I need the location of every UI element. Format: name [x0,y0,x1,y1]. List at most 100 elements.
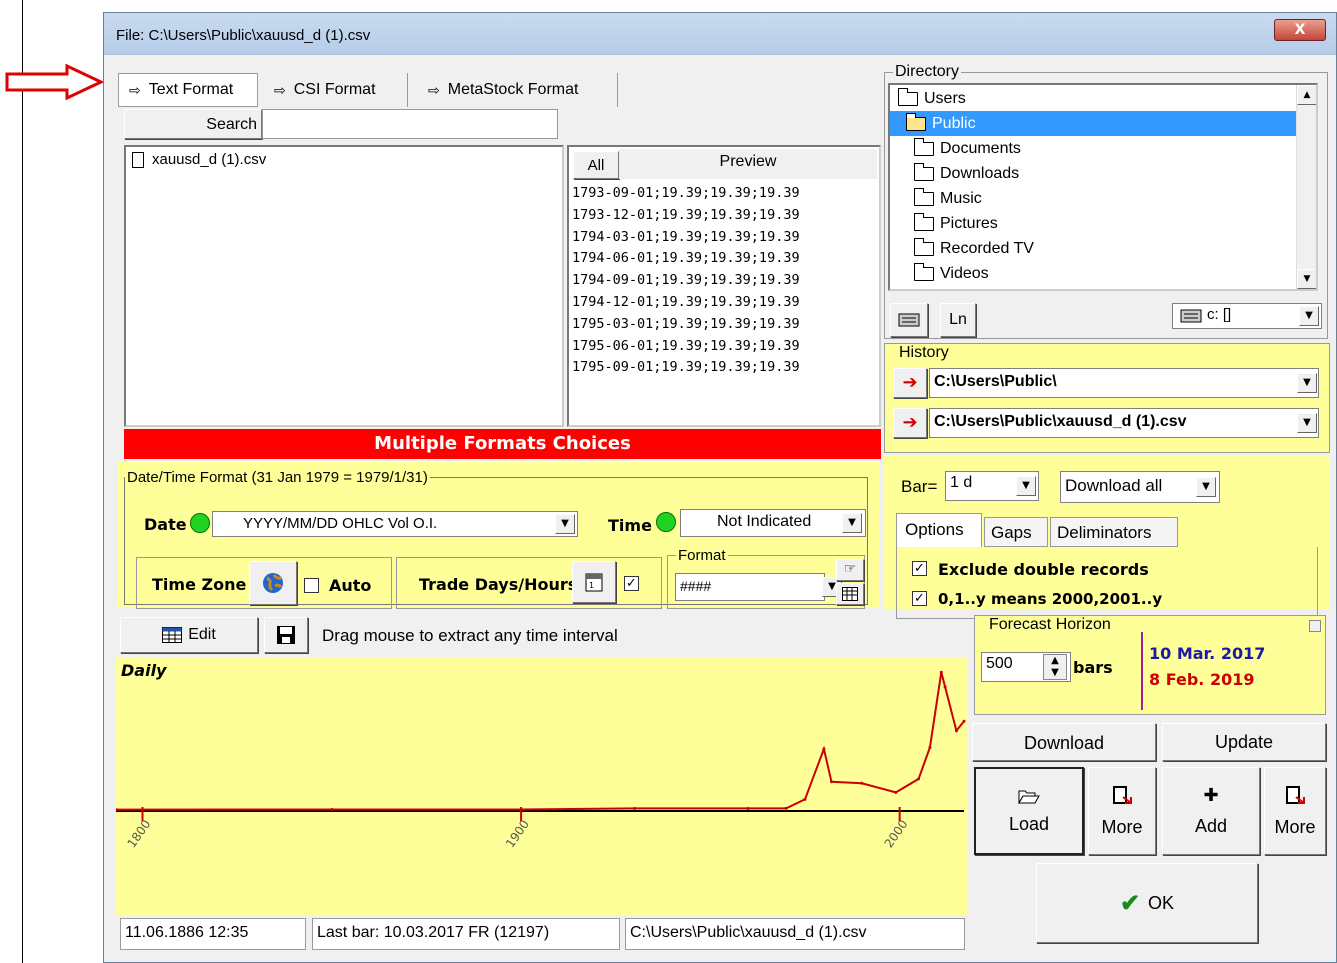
chevron-down-icon[interactable]: ▼ [1196,477,1216,497]
chevron-down-icon[interactable]: ▼ [1297,373,1317,393]
chevron-down-icon[interactable]: ▼ [1297,413,1317,433]
exclude-double-checkbox[interactable]: ✓ [912,561,927,576]
directory-item[interactable]: Recorded TV [890,236,1316,261]
auto-checkbox[interactable] [304,578,319,593]
forecast-unit: bars [1073,658,1113,677]
ok-button[interactable]: ✔ OK [1036,863,1258,943]
document-arrow-icon [1113,785,1132,804]
forecast-spinner[interactable]: ▲ ▼ [1043,654,1067,680]
all-button[interactable]: All [573,151,619,179]
close-button[interactable]: X [1274,19,1326,41]
arrow-right-icon: ⇨ [274,81,286,98]
history-section: History ➔ C:\Users\Public\ ▼ ➔ C:\Users\… [884,343,1330,453]
document-arrow-icon [1286,785,1305,804]
format-select[interactable]: #### [675,573,825,601]
tab-text-format[interactable]: ⇨ Text Format [118,73,258,107]
search-input[interactable] [262,109,558,139]
chevron-down-icon[interactable]: ▼ [1016,476,1036,496]
timezone-button[interactable] [249,561,297,605]
directory-scrollbar[interactable]: ▲ ▼ [1296,85,1316,289]
time-format-select[interactable]: Not Indicated [680,509,866,537]
pointing-hand-icon[interactable]: ☞ [836,559,864,581]
price-point [330,807,334,811]
preview-line: 1794-06-01;19.39;19.39;19.39 [572,250,800,267]
history-go-arrow-icon[interactable]: ➔ [893,368,927,398]
path-status: C:\Users\Public\xauusd_d (1).csv [625,918,965,950]
bar-options-section: Bar= 1 d ▼ Download all ▼ Options Gaps D… [884,455,1330,619]
preview-line: 1795-09-01;19.39;19.39;19.39 [572,359,800,376]
load-button[interactable]: Load [974,767,1084,855]
tab-csi-format[interactable]: ⇨ CSI Format [264,73,408,107]
tab-options[interactable]: Options [896,513,982,547]
download-button[interactable]: Download [972,723,1156,761]
folder-icon [913,212,934,231]
directory-legend: Directory [895,63,960,80]
directory-item[interactable]: Pictures [890,211,1316,236]
tradedays-checkbox[interactable]: ✓ [624,576,639,591]
drive-button[interactable] [890,303,928,337]
price-point [962,719,966,723]
folder-icon [913,137,934,156]
forecast-legend: Forecast Horizon [987,616,1113,634]
preview-text: 1793-09-01;19.39;19.39;19.39 1793-12-01;1… [572,183,800,379]
drive-value: c: [] [1207,306,1232,323]
add-button[interactable]: ✚ Add [1162,767,1260,855]
directory-item[interactable]: Downloads [890,161,1316,186]
edit-button[interactable]: Edit [120,617,258,653]
tab-metastock-format[interactable]: ⇨ MetaStock Format [418,73,618,107]
datetime-section: Date/Time Format (31 Jan 1979 = 1979/1/3… [118,461,880,609]
history-legend: History [897,344,951,362]
update-button[interactable]: Update [1162,723,1326,761]
save-button[interactable] [264,617,308,653]
open-folder-icon [905,112,926,131]
directory-item[interactable]: Music [890,186,1316,211]
preview-line: 1793-09-01;19.39;19.39;19.39 [572,185,800,201]
import-dialog: File: C:\Users\Public\xauusd_d (1).csv X… [103,12,1337,963]
forecast-handle[interactable] [1309,620,1321,632]
window-title: File: C:\Users\Public\xauusd_d (1).csv [116,27,371,44]
history-select-1[interactable]: C:\Users\Public\ [929,368,1319,398]
time-status-icon [656,512,676,532]
preview-line: 1793-12-01;19.39;19.39;19.39 [572,206,800,223]
formats-banner: Multiple Formats Choices [124,429,881,459]
year-mapping-checkbox[interactable]: ✓ [912,591,927,606]
chevron-down-icon[interactable]: ▼ [842,513,862,533]
forecast-section: Forecast Horizon 500 ▲ ▼ bars 10 Mar. 201… [974,615,1326,715]
scroll-down-icon[interactable]: ▼ [1297,269,1316,289]
date-format-select[interactable]: YYYY/MM/DD OHLC Vol O.I. [212,511,578,537]
history-go-arrow-icon[interactable]: ➔ [893,408,927,438]
tradedays-button[interactable]: 1 [572,561,616,603]
drive-icon [1180,309,1202,323]
x-tick-label: 1900 [503,817,532,850]
forecast-date-end: 8 Feb. 2019 [1149,670,1255,689]
tradedays-label: Trade Days/Hours [419,575,578,594]
chevron-down-icon[interactable]: ▼ [1299,306,1319,326]
tab-gaps[interactable]: Gaps [984,517,1048,547]
more-button-2[interactable]: More [1264,767,1326,855]
preview-line: 1794-12-01;19.39;19.39;19.39 [572,293,800,310]
grid-table-icon[interactable] [836,583,864,605]
directory-item[interactable]: Users [890,86,1316,111]
directory-item[interactable]: Documents [890,136,1316,161]
list-item[interactable]: xauusd_d (1).csv [126,147,562,172]
price-chart[interactable]: Daily 1800 1900 2000 [116,657,968,915]
directory-item-label: Recorded TV [940,239,1034,257]
directory-item[interactable]: Videos [890,261,1316,286]
scroll-up-icon[interactable]: ▲ [1297,85,1316,105]
chevron-down-icon[interactable]: ▼ [555,514,575,534]
ln-button[interactable]: Ln [940,303,976,337]
more-button[interactable]: More [1088,767,1156,855]
price-point [519,807,523,811]
price-point [784,806,788,810]
floppy-disk-icon [277,626,295,644]
open-folder-icon [897,87,918,106]
directory-item[interactable]: Public [890,111,1296,136]
plus-icon: ✚ [1203,785,1219,805]
bar-value: 1 d [950,474,973,491]
auto-label: Auto [329,576,372,595]
tab-deliminators[interactable]: Deliminators [1050,517,1178,547]
history-select-2[interactable]: C:\Users\Public\xauusd_d (1).csv [929,408,1319,438]
tab-label: CSI Format [293,81,376,98]
cursor-status: 11.06.1886 12:35 [120,918,306,950]
download-mode-value: Download all [1065,476,1163,495]
